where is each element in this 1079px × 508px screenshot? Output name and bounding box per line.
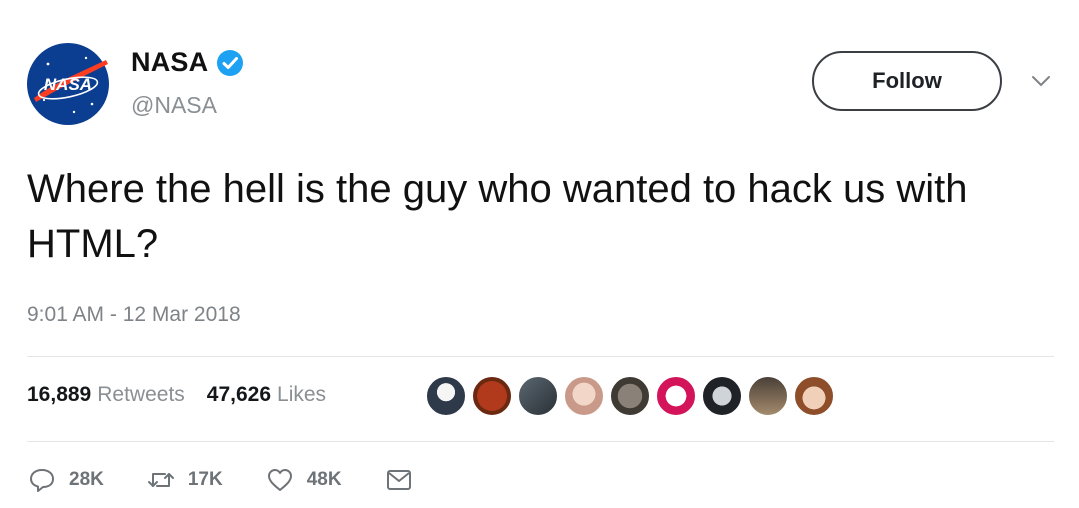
liker-avatars — [425, 375, 839, 417]
divider-bottom — [27, 441, 1054, 442]
engagement-stats: 16,889 Retweets 47,626 Likes — [27, 383, 348, 407]
display-name[interactable]: NASA — [131, 47, 208, 78]
retweet-count: 17K — [187, 469, 223, 490]
author-name-row: NASA — [131, 47, 244, 78]
reply-count: 28K — [69, 469, 104, 490]
like-button[interactable]: 48K — [265, 466, 342, 494]
liker-avatar[interactable] — [701, 375, 743, 417]
like-count: 48K — [306, 469, 342, 490]
tweet-text: Where the hell is the guy who wanted to … — [27, 167, 968, 266]
likes-label[interactable]: Likes — [277, 383, 326, 407]
retweet-icon — [147, 473, 174, 487]
liker-avatar[interactable] — [655, 375, 697, 417]
reply-button[interactable]: 28K — [27, 466, 104, 494]
liker-avatar[interactable] — [747, 375, 789, 417]
retweet-button[interactable]: 17K — [146, 466, 223, 494]
liker-avatar[interactable] — [793, 375, 835, 417]
direct-message-button[interactable] — [384, 466, 414, 494]
divider-top — [27, 356, 1054, 357]
timestamp[interactable]: 9:01 AM - 12 Mar 2018 — [27, 303, 241, 327]
retweets-count[interactable]: 16,889 — [27, 383, 91, 407]
liker-avatar[interactable] — [425, 375, 467, 417]
liker-avatar[interactable] — [517, 375, 559, 417]
heart-icon — [267, 469, 292, 491]
retweets-label[interactable]: Retweets — [97, 383, 185, 407]
liker-avatar[interactable] — [563, 375, 605, 417]
reply-icon — [30, 469, 54, 492]
verified-badge-icon — [216, 49, 244, 77]
envelope-icon — [386, 470, 411, 490]
nasa-logo-icon: NASA — [27, 43, 109, 125]
tweet-actions: 28K 17K 48K — [27, 466, 456, 494]
liker-avatar[interactable] — [609, 375, 651, 417]
likes-count[interactable]: 47,626 — [207, 383, 271, 407]
follow-button[interactable]: Follow — [812, 51, 1002, 111]
avatar-wordmark: NASA — [44, 75, 92, 94]
chevron-down-icon[interactable] — [1030, 72, 1052, 90]
liker-avatar[interactable] — [471, 375, 513, 417]
handle[interactable]: @NASA — [131, 92, 217, 119]
nasa-avatar[interactable]: NASA — [26, 42, 110, 126]
